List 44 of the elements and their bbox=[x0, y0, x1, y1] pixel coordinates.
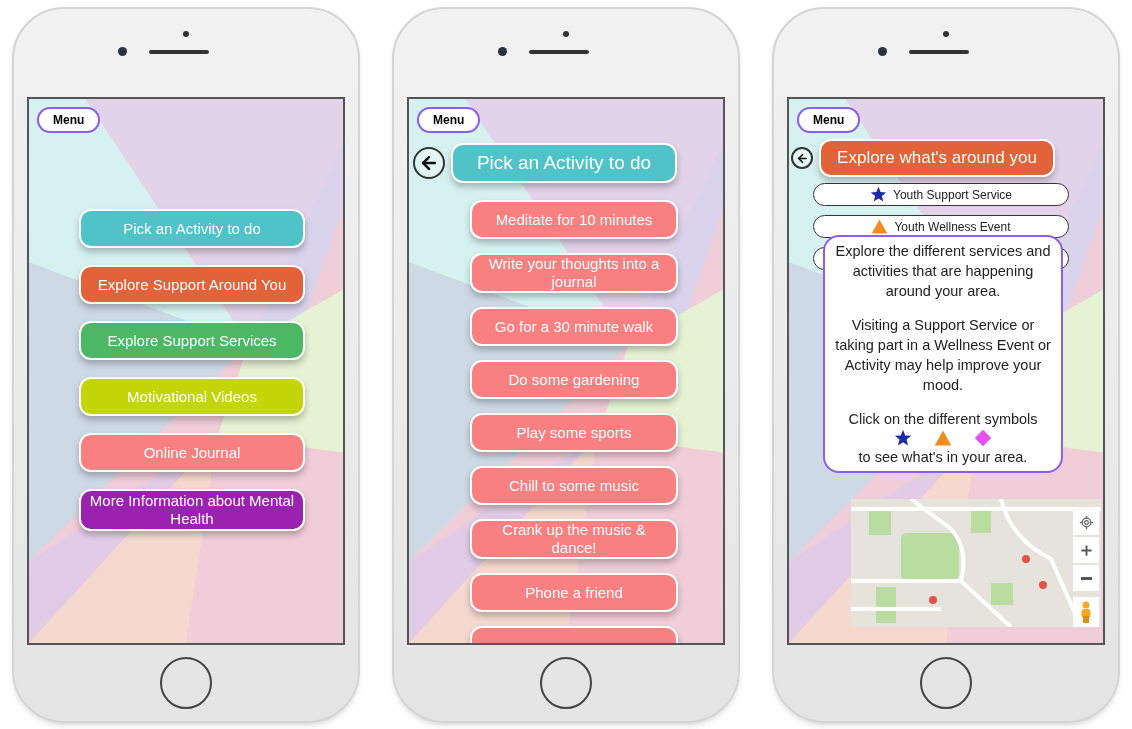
minus-icon bbox=[1080, 576, 1092, 580]
zoom-out-button[interactable] bbox=[1073, 565, 1099, 591]
back-icon bbox=[795, 151, 809, 165]
zoom-in-button[interactable] bbox=[1073, 537, 1099, 563]
nav-button[interactable]: Explore Support Around You bbox=[79, 265, 305, 304]
home-button[interactable] bbox=[540, 657, 592, 709]
activity-button[interactable]: Do some gardening bbox=[470, 360, 678, 399]
speaker-slit bbox=[528, 49, 589, 54]
back-button[interactable] bbox=[791, 147, 813, 169]
legend-label: Youth Support Service bbox=[893, 186, 1012, 204]
nav-button[interactable]: Explore Support Services bbox=[79, 321, 305, 360]
popup-text: Click on the different symbols bbox=[848, 410, 1038, 429]
person-icon bbox=[1080, 601, 1092, 623]
menu-button[interactable]: Menu bbox=[417, 107, 481, 133]
activity-button[interactable]: Meditate for 10 minutes bbox=[470, 200, 678, 239]
popup-text: Explore the different services and activities that are happening around your area. bbox=[834, 242, 1052, 301]
speaker-slit bbox=[148, 49, 209, 54]
activity-button[interactable]: Write your thoughts into a journal bbox=[470, 253, 678, 293]
activity-button[interactable]: Go for a 30 minute walk bbox=[470, 307, 678, 346]
menu-button[interactable]: Menu bbox=[797, 107, 861, 133]
plus-icon bbox=[1078, 542, 1094, 558]
nav-button[interactable]: More Information about Mental Health bbox=[79, 489, 305, 531]
page-title: Pick an Activity to do bbox=[451, 143, 677, 183]
popup-text: Visiting a Support Service or taking part in a Wellness Event or Activity may help improve your mood. bbox=[834, 316, 1052, 395]
page-title: Explore what's around you bbox=[819, 139, 1055, 177]
legend-label: Youth Wellness Event bbox=[894, 218, 1011, 236]
activity-button[interactable]: Chill to some music bbox=[470, 466, 678, 505]
nav-button[interactable]: Pick an Activity to do bbox=[79, 209, 305, 248]
legend-item[interactable]: Youth Support Service bbox=[813, 183, 1069, 206]
activity-button[interactable]: Phone a friend bbox=[470, 573, 678, 612]
nav-button[interactable]: Motivational Videos bbox=[79, 377, 305, 416]
home-button[interactable] bbox=[160, 657, 212, 709]
activity-button[interactable]: Crank up the music & dance! bbox=[470, 519, 678, 559]
speaker-slit bbox=[908, 49, 969, 54]
locate-button[interactable] bbox=[1073, 509, 1099, 535]
back-icon bbox=[419, 153, 439, 173]
person-button[interactable] bbox=[1073, 597, 1099, 627]
back-button[interactable] bbox=[413, 147, 445, 179]
popup-text: to see what's in your area. bbox=[858, 448, 1028, 467]
activity-button[interactable]: Play some sports bbox=[470, 413, 678, 452]
home-button[interactable] bbox=[920, 657, 972, 709]
locate-icon bbox=[1078, 514, 1094, 530]
menu-button[interactable]: Menu bbox=[37, 107, 101, 133]
nav-button[interactable]: Online Journal bbox=[79, 433, 305, 472]
